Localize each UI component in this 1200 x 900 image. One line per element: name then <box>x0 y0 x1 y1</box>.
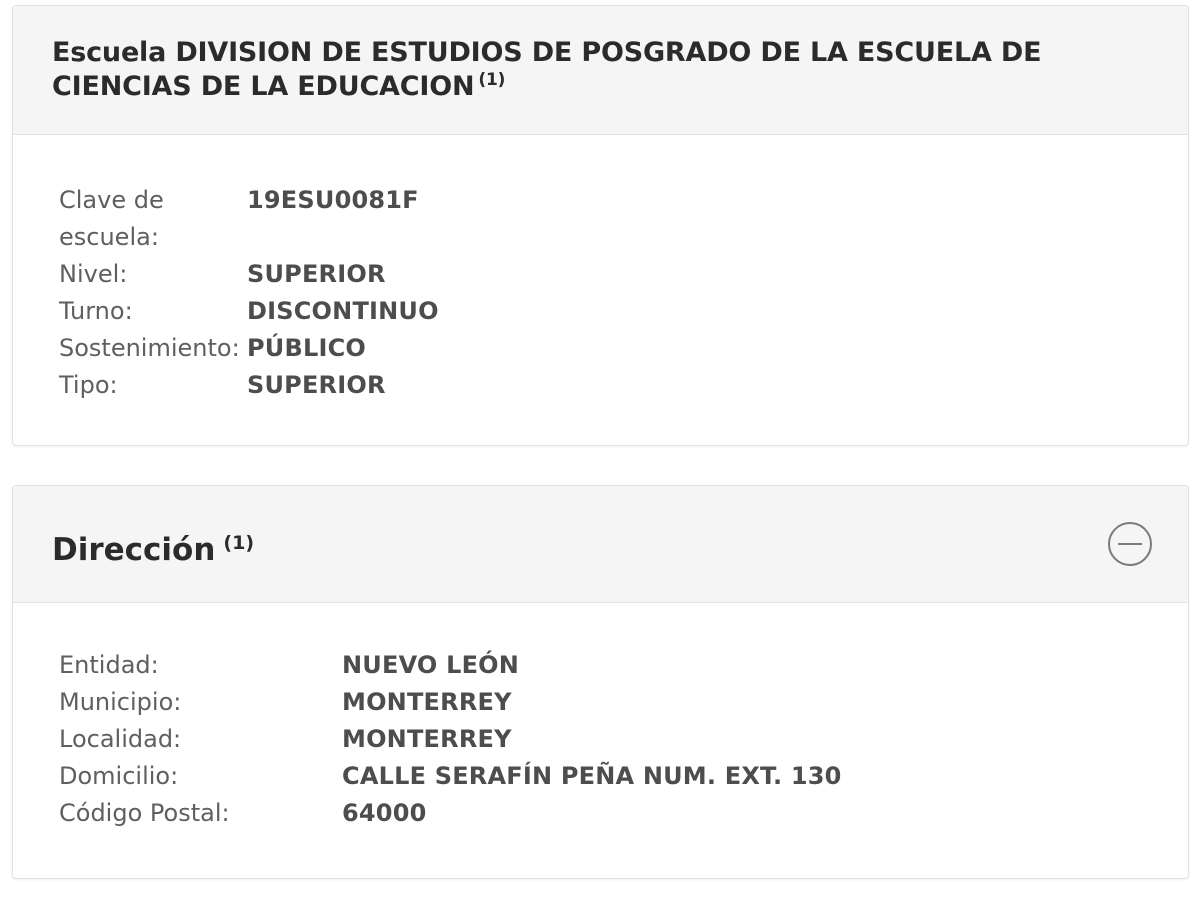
field-row-domicilio: Domicilio: CALLE SERAFÍN PEÑA NUM. EXT. 1… <box>59 758 842 795</box>
field-label-nivel: Nivel: <box>59 260 128 288</box>
field-label-tipo: Tipo: <box>59 371 118 399</box>
field-row-tipo: Tipo: SUPERIOR <box>59 367 439 404</box>
field-row-nivel: Nivel: SUPERIOR <box>59 256 439 293</box>
field-row-municipio: Municipio: MONTERREY <box>59 684 842 721</box>
field-row-localidad: Localidad: MONTERREY <box>59 721 842 758</box>
field-label-entidad: Entidad: <box>59 651 159 679</box>
address-title-footnote: (1) <box>223 531 255 554</box>
field-label-sostenimiento: Sostenimiento: <box>59 334 240 362</box>
field-value-clave: 19ESU0081F <box>247 186 419 214</box>
school-card: Escuela DIVISION DE ESTUDIOS DE POSGRADO… <box>12 5 1189 446</box>
field-value-sostenimiento: PÚBLICO <box>247 334 367 362</box>
field-row-sostenimiento: Sostenimiento: PÚBLICO <box>59 330 439 367</box>
field-row-clave: Clave de escuela: 19ESU0081F <box>59 182 439 256</box>
field-label-domicilio: Domicilio: <box>59 762 179 790</box>
field-label-municipio: Municipio: <box>59 688 182 716</box>
field-label-clave: Clave de escuela: <box>59 186 164 251</box>
field-label-codigo-postal: Código Postal: <box>59 799 230 827</box>
field-value-tipo: SUPERIOR <box>247 371 386 399</box>
address-info-list: Entidad: NUEVO LEÓN Municipio: MONTERREY L… <box>59 647 842 832</box>
school-title: Escuela DIVISION DE ESTUDIOS DE POSGRADO… <box>52 36 1148 104</box>
school-info-list: Clave de escuela: 19ESU0081F Nivel: SUPERI… <box>59 182 439 404</box>
field-row-codigo-postal: Código Postal: 64000 <box>59 795 842 832</box>
school-title-text: Escuela DIVISION DE ESTUDIOS DE POSGRADO… <box>52 37 1042 102</box>
address-title: Dirección (1) <box>52 530 254 570</box>
field-value-municipio: MONTERREY <box>342 688 512 716</box>
field-value-entidad: NUEVO LEÓN <box>342 651 520 679</box>
field-row-entidad: Entidad: NUEVO LEÓN <box>59 647 842 684</box>
field-label-turno: Turno: <box>59 297 133 325</box>
field-value-domicilio: CALLE SERAFÍN PEÑA NUM. EXT. 130 <box>342 762 842 790</box>
minus-circle-icon[interactable] <box>1108 522 1152 566</box>
address-title-text: Dirección <box>52 532 216 568</box>
field-label-localidad: Localidad: <box>59 725 182 753</box>
field-value-nivel: SUPERIOR <box>247 260 386 288</box>
address-card-header[interactable]: Dirección (1) <box>13 486 1188 603</box>
school-card-header: Escuela DIVISION DE ESTUDIOS DE POSGRADO… <box>13 6 1188 135</box>
field-row-turno: Turno: DISCONTINUO <box>59 293 439 330</box>
minus-icon <box>1118 543 1142 545</box>
field-value-turno: DISCONTINUO <box>247 297 439 325</box>
school-title-footnote: (1) <box>478 70 506 90</box>
address-card: Dirección (1) Entidad: NUEVO LEÓN Municipi… <box>12 485 1189 879</box>
field-value-localidad: MONTERREY <box>342 725 512 753</box>
field-value-codigo-postal: 64000 <box>342 799 427 827</box>
